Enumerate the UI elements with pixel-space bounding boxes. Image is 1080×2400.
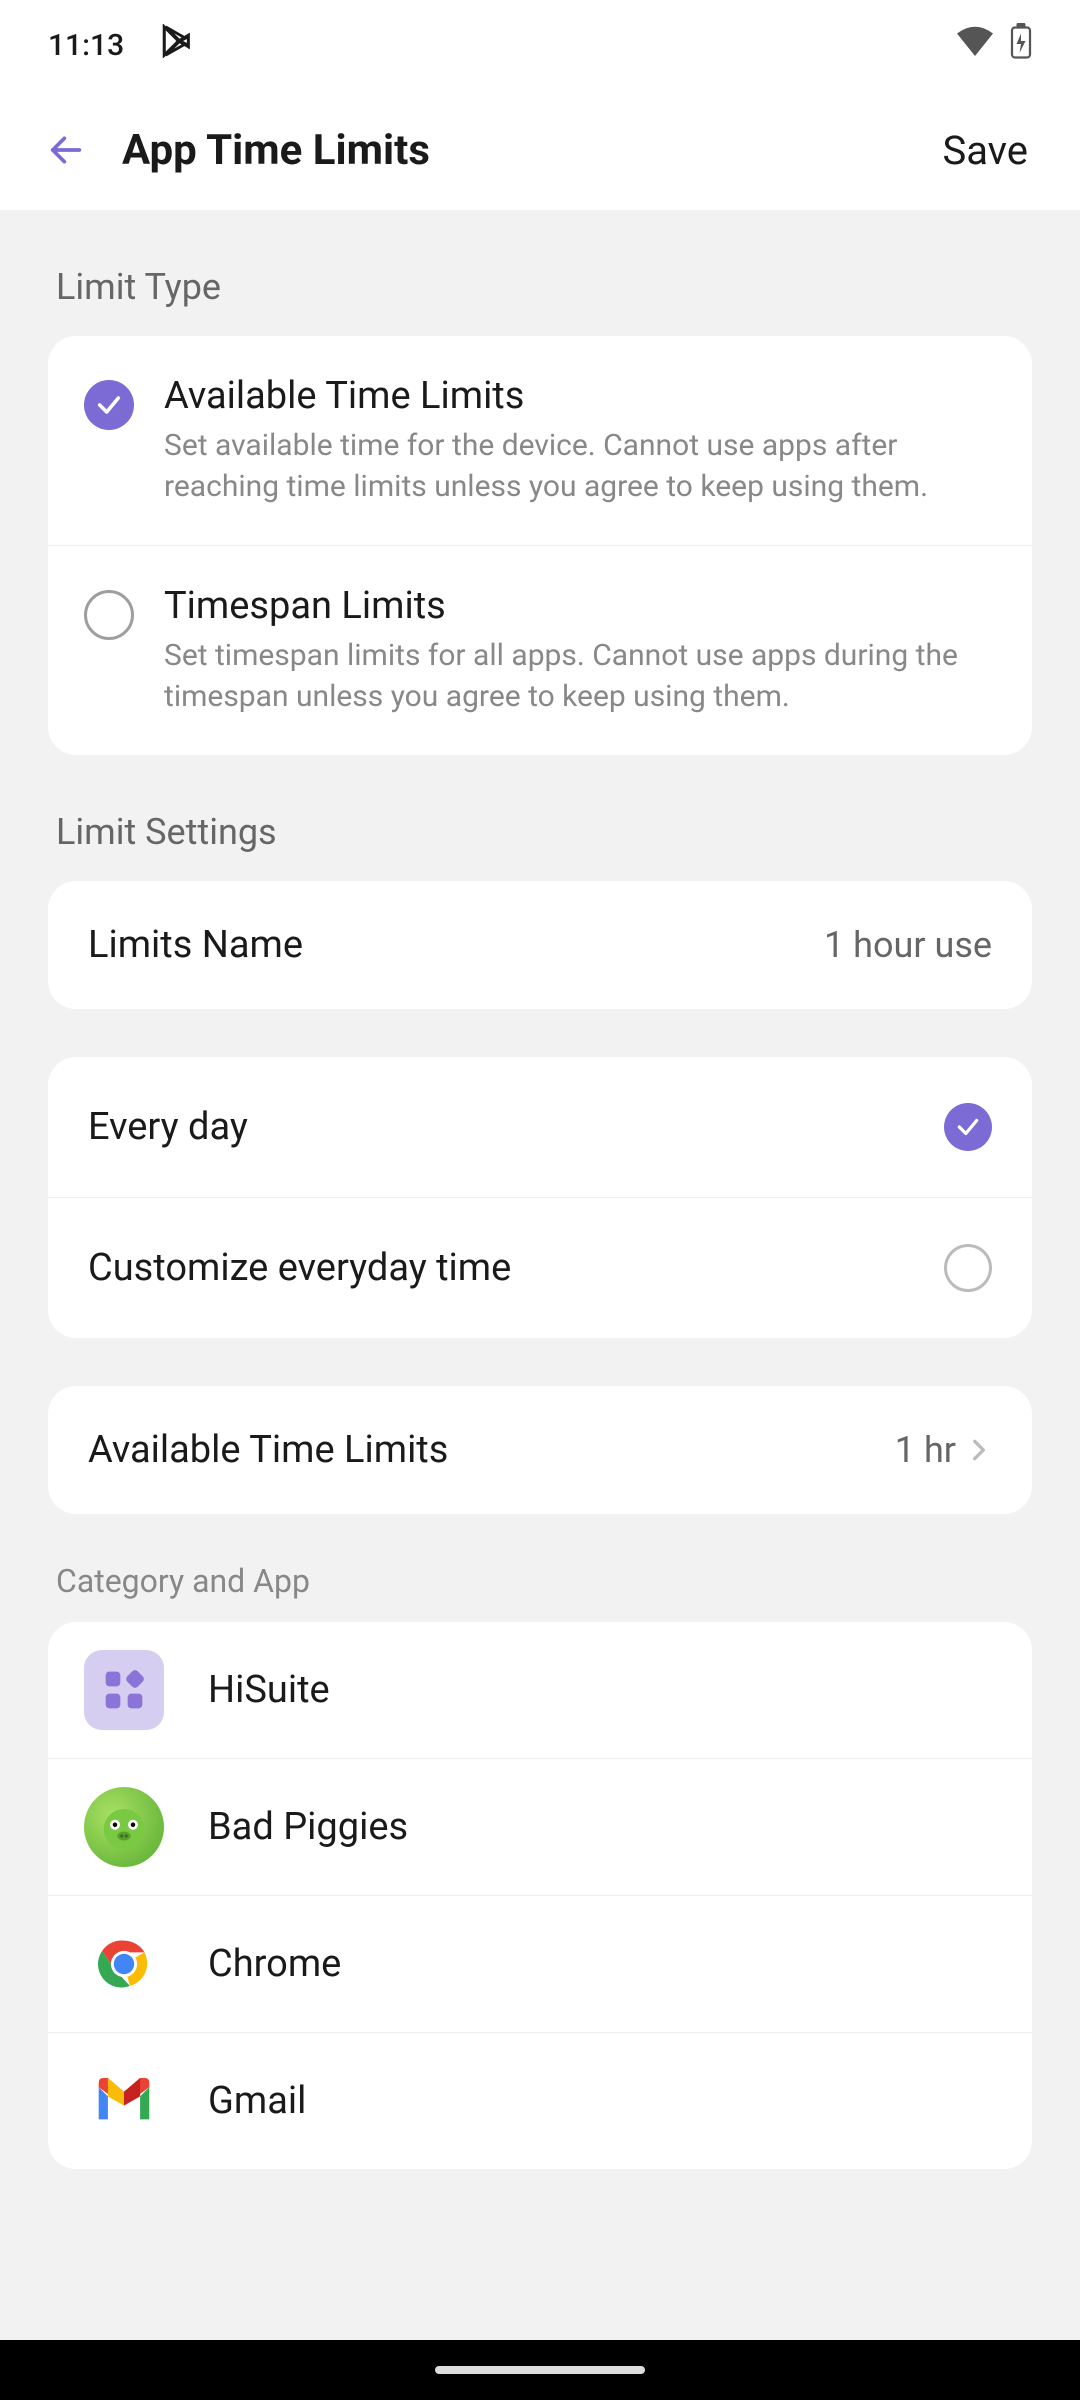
section-limit-settings: Limit Settings (48, 811, 1032, 853)
option-desc: Set available time for the device. Canno… (164, 426, 996, 507)
bad-piggies-icon (84, 1787, 164, 1867)
section-limit-type: Limit Type (48, 266, 1032, 308)
limits-name-value: 1 hour use (824, 924, 992, 966)
option-title: Available Time Limits (164, 374, 996, 418)
radio-unchecked-icon (84, 590, 134, 640)
save-button[interactable]: Save (926, 127, 1044, 174)
section-category-app: Category and App (48, 1562, 1032, 1600)
radio-checked-icon (84, 380, 134, 430)
limit-type-card: Available Time Limits Set available time… (48, 336, 1032, 755)
toggle-label: Every day (88, 1105, 248, 1149)
link-label: Available Time Limits (88, 1428, 448, 1472)
apps-card: HiSuite Bad Piggies Chrome Gmail (48, 1622, 1032, 2169)
page-title: App Time Limits (122, 126, 926, 175)
navigation-bar[interactable] (0, 2340, 1080, 2400)
app-name: Bad Piggies (208, 1805, 408, 1849)
available-limit-card: Available Time Limits 1 hr (48, 1386, 1032, 1514)
app-row-chrome[interactable]: Chrome (48, 1895, 1032, 2032)
limits-name-label: Limits Name (88, 923, 303, 967)
app-row-gmail[interactable]: Gmail (48, 2032, 1032, 2169)
limits-name-row[interactable]: Limits Name 1 hour use (48, 881, 1032, 1009)
app-name: HiSuite (208, 1668, 330, 1712)
frequency-every-day[interactable]: Every day (48, 1057, 1032, 1197)
radio-checked-icon (944, 1103, 992, 1151)
status-time: 11:13 (48, 28, 124, 63)
limits-name-card: Limits Name 1 hour use (48, 881, 1032, 1009)
available-time-limits-row[interactable]: Available Time Limits 1 hr (48, 1386, 1032, 1514)
option-desc: Set timespan limits for all apps. Cannot… (164, 636, 996, 717)
gmail-icon (84, 2061, 164, 2141)
link-value: 1 hr (895, 1429, 956, 1471)
hisuite-icon (84, 1650, 164, 1730)
app-row-hisuite[interactable]: HiSuite (48, 1622, 1032, 1758)
chevron-right-icon (966, 1437, 992, 1463)
frequency-card: Every day Customize everyday time (48, 1057, 1032, 1338)
app-name: Chrome (208, 1942, 341, 1986)
wifi-icon (956, 26, 994, 64)
status-bar: 11:13 (0, 0, 1080, 90)
play-store-icon (160, 24, 194, 66)
option-timespan-limits[interactable]: Timespan Limits Set timespan limits for … (48, 545, 1032, 755)
header: App Time Limits Save (0, 90, 1080, 210)
app-name: Gmail (208, 2079, 306, 2123)
battery-icon (1010, 23, 1032, 67)
home-indicator (435, 2366, 645, 2374)
arrow-left-icon (46, 130, 86, 170)
chrome-icon (84, 1924, 164, 2004)
toggle-label: Customize everyday time (88, 1246, 511, 1290)
app-row-bad-piggies[interactable]: Bad Piggies (48, 1758, 1032, 1895)
option-title: Timespan Limits (164, 584, 996, 628)
option-available-time-limits[interactable]: Available Time Limits Set available time… (48, 336, 1032, 545)
radio-unchecked-icon (944, 1244, 992, 1292)
frequency-customize[interactable]: Customize everyday time (48, 1197, 1032, 1338)
back-button[interactable] (36, 120, 96, 180)
